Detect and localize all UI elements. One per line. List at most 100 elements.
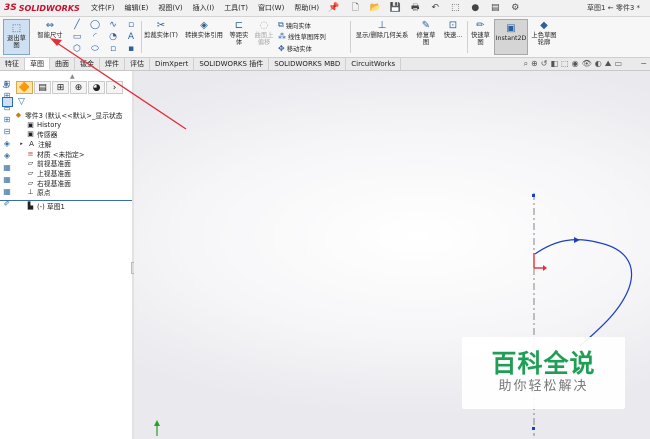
exit-sketch-button[interactable]: ⬚ 退出草图 — [3, 19, 30, 55]
select-icon[interactable]: ⬚ — [447, 2, 463, 14]
tab-sheet-metal[interactable]: 钣金 — [75, 58, 100, 70]
display-pane-icon[interactable] — [2, 97, 13, 107]
pin-icon[interactable]: 📌 — [328, 3, 339, 13]
convert-entities-button[interactable]: ◈ 转换实体引用 — [181, 19, 227, 39]
undo-icon[interactable]: ↶ — [427, 2, 443, 14]
rectangle-icon[interactable]: ▭ — [68, 31, 86, 43]
tab-features[interactable]: 特征 — [0, 58, 25, 70]
arc-icon[interactable]: ◜ — [86, 31, 104, 43]
smart-dimension-button[interactable]: ⇔ 智能尺寸 — [34, 19, 66, 39]
filter-icon[interactable]: ▽ — [18, 97, 25, 107]
surface-offset-button[interactable]: ◌ 曲面上偏移 — [252, 19, 276, 46]
minimize-icon[interactable]: − — [640, 59, 647, 68]
options-icon[interactable]: ⚙ — [507, 2, 523, 14]
dimxpert-manager-tab-icon[interactable]: ⊕ — [70, 81, 87, 94]
linear-pattern-icon: ⁂ — [278, 32, 286, 41]
tree-item-origin[interactable]: ⊥ 原点 — [0, 188, 132, 197]
collapse-arrow-icon[interactable]: ▲ — [70, 73, 75, 80]
shaded-contours-button[interactable]: ◆ 上色草图轮廓 — [530, 19, 558, 46]
tree-item-material[interactable]: ≡ 材质 <未指定> — [0, 149, 132, 159]
line-icon[interactable]: ╱ — [68, 19, 86, 31]
rapid-sketch-button[interactable]: ✏ 快速草图 — [469, 19, 492, 46]
tab-dimxpert[interactable]: DimXpert — [150, 58, 195, 70]
tree-item-label: 注解 — [38, 140, 52, 149]
offset-entities-button[interactable]: ⊏ 等距实体 — [228, 19, 250, 46]
tree-item-history[interactable]: ▣ History — [0, 120, 132, 130]
tree-item-sketch1[interactable]: ▙ (-) 草图1 — [0, 200, 132, 210]
tree-item-label: 材质 <未指定> — [37, 150, 85, 159]
configuration-manager-tab-icon[interactable]: ⊞ — [52, 81, 69, 94]
solidworks-logo[interactable]: 3S SOLIDWORKS — [0, 3, 86, 13]
tab-sketch[interactable]: 草图 — [25, 58, 50, 70]
slot-icon[interactable]: ▫ — [104, 43, 122, 55]
menu-tools[interactable]: 工具(T) — [219, 3, 253, 13]
move-icon: ✥ — [278, 44, 285, 53]
spline-icon[interactable]: ∿ — [104, 19, 122, 31]
panel-more-icon[interactable]: › — [106, 81, 123, 94]
section-view-icon[interactable]: ◧ — [550, 59, 558, 69]
menu-insert[interactable]: 插入(I) — [188, 3, 220, 13]
menu-file[interactable]: 文件(F) — [86, 3, 120, 13]
tree-item-label: 上视基准面 — [37, 169, 71, 178]
tab-addins[interactable]: SOLIDWORKS 插件 — [194, 58, 270, 70]
feature-tree-tab-icon[interactable]: 🔶 — [16, 81, 33, 94]
tree-item-label: History — [37, 120, 62, 129]
zoom-area-icon[interactable]: ⊕ — [531, 59, 538, 69]
circle-icon[interactable]: ◯ — [86, 19, 104, 31]
new-document-icon[interactable]: 🗋 — [347, 2, 363, 14]
offset-icon: ⊏ — [234, 19, 244, 31]
tree-item-front-plane[interactable]: ▱ 前视基准面 — [0, 158, 132, 168]
move-entities-button[interactable]: ✥ 移动实体 — [278, 44, 312, 53]
display-style-icon[interactable]: ◉ — [572, 59, 579, 69]
view-orientation-icon[interactable]: ⬚ — [561, 59, 569, 69]
trim-entities-button[interactable]: ✂ 剪裁实体(T) — [143, 19, 179, 39]
shaded-contours-label: 上色草图轮廓 — [531, 32, 557, 46]
point-icon[interactable]: ▫ — [122, 19, 140, 31]
display-relations-button[interactable]: ⊥ 显示/删除几何关系 — [352, 19, 412, 39]
tree-item-label: (-) 草图1 — [37, 202, 65, 210]
mirror-entities-button[interactable]: ⧉ 镜向实体 — [278, 20, 311, 30]
menu-window[interactable]: 窗口(W) — [253, 3, 289, 13]
quick-snaps-icon: ⊡ — [448, 19, 458, 31]
text-icon[interactable]: A — [122, 31, 140, 43]
print-icon[interactable]: 🖶 — [407, 2, 423, 14]
pin-panel-icon[interactable]: ⚓ — [2, 81, 10, 91]
ellipse-icon[interactable]: ⬭ — [86, 43, 104, 55]
tab-surfaces[interactable]: 曲面 — [50, 58, 75, 70]
previous-view-icon[interactable]: ↺ — [541, 59, 548, 69]
menu-help[interactable]: 帮助(H) — [289, 3, 324, 13]
view-settings-icon[interactable]: ▭ — [614, 59, 622, 69]
tab-mbd[interactable]: SOLIDWORKS MBD — [269, 58, 347, 70]
tree-item-label: 传感器 — [37, 131, 58, 140]
repair-sketch-button[interactable]: ✎ 修复草图 — [414, 19, 438, 46]
zoom-to-fit-icon[interactable]: ⌕ — [524, 59, 528, 69]
tree-item-sensors[interactable]: ▣ 传感器 — [0, 129, 132, 139]
display-manager-tab-icon[interactable]: ◕ — [88, 81, 105, 94]
quick-snaps-button[interactable]: ⊡ 快速... — [440, 19, 466, 39]
file-properties-icon[interactable]: ▤ — [487, 2, 503, 14]
expand-arrow-icon[interactable]: ▸ — [18, 141, 25, 147]
fillet-icon[interactable]: ◔ — [104, 31, 122, 43]
tree-item-part[interactable]: ◆ 零件3 (默认<<默认>_显示状态 — [0, 110, 132, 120]
tree-item-annotations[interactable]: ▸ A 注解 — [0, 139, 132, 149]
instant2d-button[interactable]: ▣ Instant2D — [494, 19, 528, 55]
tree-item-top-plane[interactable]: ▱ 上视基准面 — [0, 168, 132, 178]
rebuild-icon[interactable]: ● — [467, 2, 483, 14]
appearance-icon[interactable]: ◐ — [595, 59, 602, 69]
linear-pattern-label: 线性草图阵列 — [288, 34, 326, 41]
save-icon[interactable]: 💾 — [387, 2, 403, 14]
tab-evaluate[interactable]: 评估 — [125, 58, 150, 70]
hide-show-icon[interactable]: 👁 — [582, 59, 592, 69]
menu-view[interactable]: 视图(V) — [153, 3, 187, 13]
open-icon[interactable]: 📂 — [367, 2, 383, 14]
menu-edit[interactable]: 编辑(E) — [120, 3, 154, 13]
linear-pattern-button[interactable]: ⁂ 线性草图阵列 — [278, 32, 326, 41]
polygon-icon[interactable]: ⬡ — [68, 43, 86, 55]
tab-weldments[interactable]: 焊件 — [100, 58, 125, 70]
property-manager-tab-icon[interactable]: ▤ — [34, 81, 51, 94]
quick-snaps-label: 快速... — [443, 32, 463, 39]
tab-circuitworks[interactable]: CircuitWorks — [346, 58, 402, 70]
scene-icon[interactable]: ⛰ — [605, 59, 612, 69]
tree-item-right-plane[interactable]: ▱ 右视基准面 — [0, 178, 132, 188]
plane-tool-icon[interactable]: ▪ — [122, 43, 140, 55]
